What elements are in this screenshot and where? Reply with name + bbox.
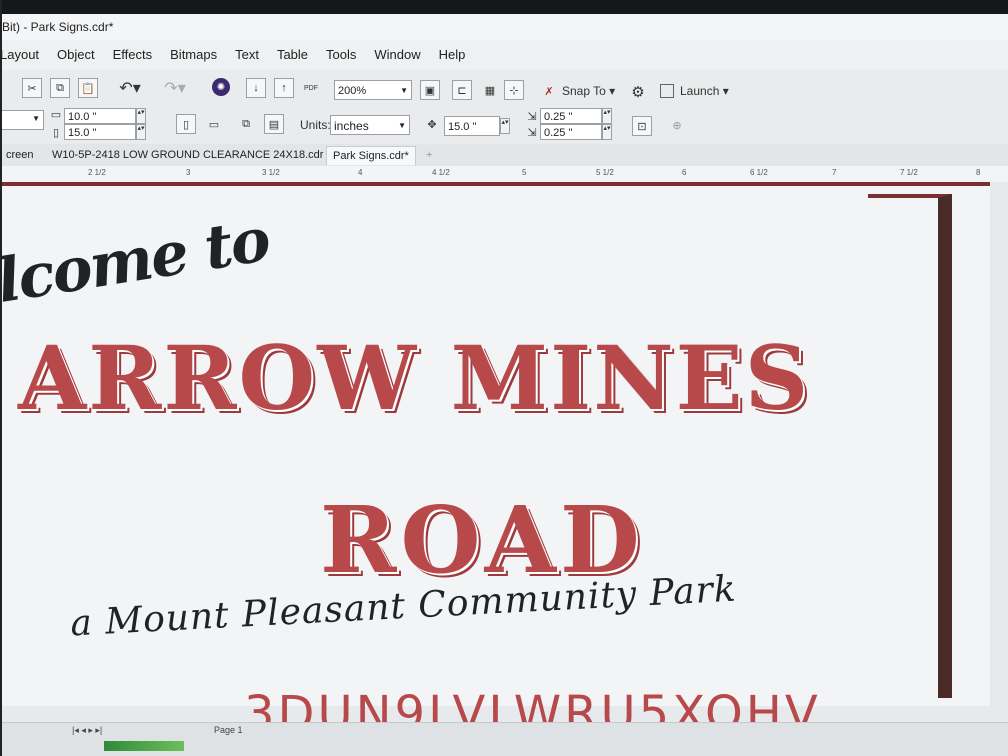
- monitor-bezel: [0, 0, 1008, 14]
- ruler-tick-label: 6 1/2: [750, 168, 768, 177]
- menu-text[interactable]: Text: [235, 47, 259, 62]
- launch-icon: [660, 84, 674, 98]
- all-pages-icon[interactable]: ⧉: [236, 114, 256, 134]
- show-guidelines-icon[interactable]: ⊹: [504, 80, 524, 100]
- gear-icon[interactable]: ⚙: [628, 82, 648, 102]
- paste-icon[interactable]: 📋: [78, 78, 98, 98]
- portrait-icon[interactable]: ▯: [176, 114, 196, 134]
- horizontal-ruler[interactable]: 2 1/2 3 3 1/2 4 4 1/2 5 5 1/2 6 6 1/2 7 …: [0, 166, 1008, 183]
- page-width-field[interactable]: 10.0 ": [64, 108, 136, 124]
- ruler-tick-label: 5 1/2: [596, 168, 614, 177]
- undo-icon[interactable]: ↶▾: [115, 78, 145, 98]
- property-bar: ▼ ▭ 10.0 " ▴▾ ▯ 15.0 " ▴▾ ▯ ▭ ⧉ ▤ Units:…: [0, 106, 1008, 145]
- standard-toolbar: ✂ ⧉ 📋 ↶▾ ↷▾ ✺ ↓ ↑ PDF 200% ▼ ▣ ⊏ ▦ ⊹ ✗ S…: [0, 70, 1008, 107]
- status-bar: |◂ ◂ ▸ ▸| Page 1: [0, 722, 1008, 756]
- page-nav-icon[interactable]: |◂ ◂ ▸ ▸|: [72, 725, 102, 736]
- import-icon[interactable]: ↓: [246, 78, 266, 98]
- launch-label: Launch: [680, 84, 720, 98]
- menu-table[interactable]: Table: [277, 47, 308, 62]
- height-spinner[interactable]: ▴▾: [136, 124, 146, 140]
- ruler-tick-label: 4 1/2: [432, 168, 450, 177]
- page-height-field[interactable]: 15.0 ": [64, 124, 136, 140]
- units-value: inches: [334, 119, 369, 133]
- page-size-select[interactable]: ▼: [0, 110, 44, 130]
- dup-x-spinner[interactable]: ▴▾: [602, 108, 612, 124]
- title-bar: Bit) - Park Signs.cdr*: [0, 14, 1008, 40]
- snap-to-label: Snap To: [562, 84, 606, 98]
- tab-welcome-screen[interactable]: creen: [0, 146, 40, 164]
- menu-help[interactable]: Help: [439, 47, 466, 62]
- menu-effects[interactable]: Effects: [113, 47, 153, 62]
- units-select[interactable]: inches ▼: [330, 115, 410, 135]
- menu-bitmaps[interactable]: Bitmaps: [170, 47, 217, 62]
- document-tabs: creen W10-5P-2418 LOW GROUND CLEARANCE 2…: [0, 144, 1008, 166]
- copy-icon[interactable]: ⧉: [50, 78, 70, 98]
- menu-window[interactable]: Window: [374, 47, 420, 62]
- ruler-tick-label: 3: [186, 168, 191, 177]
- search-content-icon[interactable]: ✺: [212, 78, 230, 96]
- new-tab-plus-icon[interactable]: +: [420, 146, 438, 164]
- dup-y-spinner[interactable]: ▴▾: [602, 124, 612, 140]
- duplicate-y-icon: ⇲: [527, 126, 537, 139]
- page-frame-icon[interactable]: ⊡: [632, 116, 652, 136]
- page-width-icon: ▭: [50, 108, 62, 121]
- arrow-mines-text[interactable]: ARROW MINES: [18, 326, 810, 430]
- menu-bar: Layout Object Effects Bitmaps Text Table…: [0, 40, 1008, 68]
- zoom-value: 200%: [338, 85, 367, 97]
- menu-tools[interactable]: Tools: [326, 47, 356, 62]
- menu-layout[interactable]: Layout: [0, 47, 39, 62]
- nudge-distance-field[interactable]: 15.0 ": [444, 116, 500, 136]
- ruler-tick-label: 3 1/2: [262, 168, 280, 177]
- full-screen-preview-icon[interactable]: ▣: [420, 80, 440, 100]
- ruler-tick-label: 4: [358, 168, 363, 177]
- add-plus-icon[interactable]: ⊕: [668, 116, 686, 134]
- nudge-spinner[interactable]: ▴▾: [500, 118, 510, 134]
- cut-icon[interactable]: ✂: [22, 78, 42, 98]
- duplicate-y-field[interactable]: 0.25 ": [540, 124, 602, 140]
- color-swatch-strip[interactable]: [104, 741, 184, 751]
- ruler-tick-label: 5: [522, 168, 527, 177]
- launch-dropdown[interactable]: Launch ▾: [660, 82, 729, 100]
- page-height-icon: ▯: [52, 126, 60, 139]
- corel-window: Bit) - Park Signs.cdr* Layout Object Eff…: [0, 0, 1008, 756]
- show-grid-icon[interactable]: ▦: [480, 80, 500, 100]
- publish-pdf-icon[interactable]: PDF: [300, 76, 322, 100]
- zoom-level-select[interactable]: 200% ▼: [334, 80, 412, 100]
- redo-icon[interactable]: ↷▾: [160, 78, 190, 98]
- chevron-down-icon: ▼: [398, 121, 406, 130]
- tab-park-signs[interactable]: Park Signs.cdr*: [326, 146, 416, 165]
- current-page-icon[interactable]: ▤: [264, 114, 284, 134]
- chevron-down-icon: ▼: [32, 114, 40, 123]
- monitor-edge: [0, 0, 2, 756]
- duplicate-x-icon: ⇲: [527, 110, 537, 123]
- welcome-text[interactable]: lcome to: [0, 205, 273, 317]
- chevron-down-icon: ▼: [400, 86, 408, 95]
- drawing-canvas[interactable]: lcome to ARROW MINES ROAD a Mount Pleasa…: [0, 182, 1008, 742]
- ruler-tick-label: 7 1/2: [900, 168, 918, 177]
- duplicate-x-field[interactable]: 0.25 ": [540, 108, 602, 124]
- snap-to-dropdown[interactable]: Snap To ▾: [562, 82, 615, 100]
- menu-object[interactable]: Object: [57, 47, 95, 62]
- export-icon[interactable]: ↑: [274, 78, 294, 98]
- pdf-label: PDF: [304, 84, 318, 92]
- page-tab[interactable]: Page 1: [214, 725, 243, 735]
- snap-off-icon[interactable]: ✗: [540, 82, 558, 100]
- tab-low-ground-clearance[interactable]: W10-5P-2418 LOW GROUND CLEARANCE 24X18.c…: [46, 146, 329, 164]
- ruler-tick-label: 6: [682, 168, 687, 177]
- sign-border: [868, 194, 952, 698]
- landscape-icon[interactable]: ▭: [204, 114, 224, 134]
- sign-page[interactable]: lcome to ARROW MINES ROAD a Mount Pleasa…: [0, 182, 990, 742]
- ruler-tick-label: 7: [832, 168, 837, 177]
- units-label: Units:: [300, 118, 331, 132]
- width-spinner[interactable]: ▴▾: [136, 108, 146, 124]
- show-rulers-icon[interactable]: ⊏: [452, 80, 472, 100]
- ruler-tick-label: 2 1/2: [88, 168, 106, 177]
- window-title: Bit) - Park Signs.cdr*: [2, 20, 114, 34]
- ruler-tick-label: 8: [976, 168, 981, 177]
- nudge-icon: ✥: [427, 118, 437, 131]
